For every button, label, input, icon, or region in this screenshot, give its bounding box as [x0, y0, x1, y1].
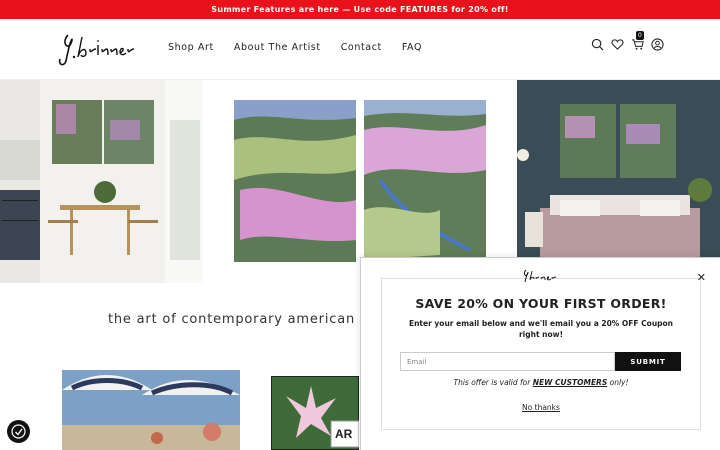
close-icon[interactable]: ✕ — [697, 271, 706, 284]
brand-logo[interactable] — [56, 27, 142, 69]
no-thanks-link[interactable]: No thanks — [361, 403, 720, 412]
hero-image-diptych[interactable] — [234, 100, 486, 262]
nav-about-artist[interactable]: About The Artist — [234, 42, 321, 53]
site-header: Shop Art About The Artist Contact FAQ 0 — [0, 19, 720, 80]
nav-contact[interactable]: Contact — [341, 42, 382, 53]
ar-badge-text: AR — [335, 427, 353, 441]
accessibility-button[interactable] — [7, 420, 30, 443]
new-customers-link[interactable]: NEW CUSTOMERS — [533, 378, 608, 387]
main-nav: Shop Art About The Artist Contact FAQ — [168, 42, 442, 53]
account-icon[interactable] — [651, 38, 664, 51]
submit-button[interactable]: SUBMIT — [615, 352, 681, 371]
header-icons: 0 — [591, 31, 664, 51]
cart-wrapper[interactable]: 0 — [631, 31, 644, 51]
product-thumb-beach[interactable] — [62, 370, 240, 450]
tagline: the art of contemporary american exp — [108, 312, 387, 327]
heart-icon[interactable] — [611, 38, 624, 51]
search-icon[interactable] — [591, 38, 604, 51]
promo-text: Summer Features are here — Use code FEAT… — [211, 5, 509, 14]
nav-shop-art[interactable]: Shop Art — [168, 42, 214, 53]
offer-note-suffix: only! — [607, 378, 629, 387]
promo-banner[interactable]: Summer Features are here — Use code FEAT… — [0, 0, 720, 19]
nav-faq[interactable]: FAQ — [402, 42, 422, 53]
email-field[interactable]: Email — [400, 352, 615, 371]
cart-count-badge: 0 — [636, 31, 644, 40]
hero-gallery — [0, 80, 720, 283]
popup-body-text: Enter your email below and we'll email y… — [408, 319, 674, 339]
offer-note: This offer is valid for NEW CUSTOMERS on… — [361, 378, 720, 387]
product-thumb-lily[interactable]: AR — [271, 376, 359, 450]
popup-brand-logo — [523, 269, 557, 283]
offer-note-prefix: This offer is valid for — [453, 378, 533, 387]
hero-image-kitchen[interactable] — [0, 80, 203, 283]
accessibility-icon — [11, 424, 26, 439]
popup-title: SAVE 20% ON YOUR FIRST ORDER! — [415, 296, 667, 311]
hero-image-bedroom[interactable] — [517, 80, 720, 283]
coupon-popup: ✕ SAVE 20% ON YOUR FIRST ORDER! Enter yo… — [360, 257, 720, 450]
